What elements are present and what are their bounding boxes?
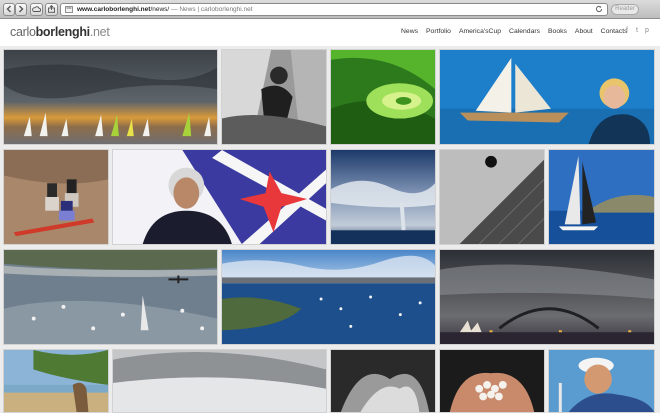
forward-button[interactable] <box>15 3 27 16</box>
pinterest-icon[interactable]: p <box>644 27 650 34</box>
nav-item-calendars[interactable]: Calendars <box>509 28 540 35</box>
site-header: carloborlenghi.net News Portfolio Americ… <box>0 19 660 46</box>
photo-waterspout[interactable] <box>330 149 436 245</box>
url-page-title: — News | carloborlenghi.net <box>169 6 253 13</box>
browser-toolbar: www.carloborlenghi.net/news/ — News | ca… <box>0 0 660 19</box>
cloud-icon <box>32 6 41 12</box>
photo-sailor-smiling[interactable] <box>548 349 655 413</box>
photo-grid <box>0 46 660 413</box>
site-favicon-icon <box>65 6 73 13</box>
photo-sail-detail-bw[interactable] <box>439 149 545 245</box>
photo-splash-bw[interactable] <box>330 349 436 413</box>
reader-button[interactable]: Reader <box>611 4 639 15</box>
nav-item-americas-cup[interactable]: America'sCup <box>459 28 501 35</box>
photo-wave-curl[interactable] <box>112 349 327 413</box>
facebook-icon[interactable]: f <box>624 27 630 34</box>
back-arrow-icon <box>6 5 11 13</box>
logo-light-text: carlo <box>10 25 36 39</box>
photo-ink-bottles[interactable] <box>3 149 109 245</box>
forward-arrow-icon <box>19 5 24 13</box>
logo-tld-text: .net <box>89 25 110 39</box>
share-button[interactable] <box>45 3 58 16</box>
photo-green-abstract[interactable] <box>330 49 436 145</box>
reload-icon[interactable] <box>595 5 603 13</box>
url-path: /news/ <box>150 6 170 13</box>
photo-portrait-flag[interactable] <box>112 149 327 245</box>
photo-sydney-opera-storm[interactable] <box>439 249 655 345</box>
photo-sailboat-island[interactable] <box>548 149 655 245</box>
main-nav: News Portfolio America'sCup Calendars Bo… <box>401 28 628 35</box>
nav-item-about[interactable]: About <box>575 28 593 35</box>
photo-pearls-hands[interactable] <box>439 349 545 413</box>
url-host: www.carloborlenghi.net <box>77 6 151 13</box>
photo-sydney-harbour[interactable] <box>221 249 436 345</box>
nav-item-news[interactable]: News <box>401 28 418 35</box>
address-bar[interactable]: www.carloborlenghi.net/news/ — News | ca… <box>60 3 608 16</box>
social-links: f t p <box>624 27 650 34</box>
photo-regatta-sunset[interactable] <box>3 49 218 145</box>
twitter-icon[interactable]: t <box>634 27 640 34</box>
nav-item-books[interactable]: Books <box>548 28 567 35</box>
photo-model-sailboat[interactable] <box>439 49 655 145</box>
share-icon <box>48 5 55 13</box>
back-button[interactable] <box>3 3 15 16</box>
site-logo[interactable]: carloborlenghi.net <box>10 25 110 39</box>
photo-kangaroo-beach[interactable] <box>3 349 109 413</box>
photo-harbour-race-aerial[interactable] <box>3 249 218 345</box>
nav-item-portfolio[interactable]: Portfolio <box>426 28 451 35</box>
logo-bold-text: borlenghi <box>35 25 91 39</box>
icloud-tabs-button[interactable] <box>30 3 43 16</box>
photo-sailor-bw[interactable] <box>221 49 327 145</box>
